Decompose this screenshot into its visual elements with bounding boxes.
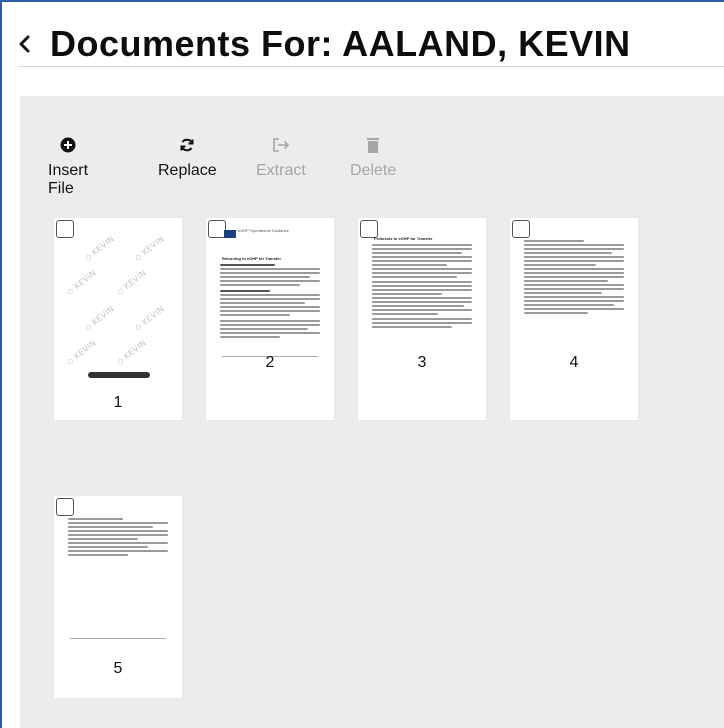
- page-number: 3: [417, 354, 427, 371]
- page-header: Documents For: AALAND, KEVIN: [18, 14, 724, 74]
- logo-mark: [224, 230, 236, 238]
- watermark-text: KEVIN: [133, 304, 166, 333]
- doc-section-title: Protocols to eOHP for Transfer: [374, 236, 433, 241]
- insert-file-label: Insert File: [48, 162, 89, 197]
- doc-header: eOHP Operational Guidance: [238, 228, 289, 233]
- watermark-text: KEVIN: [65, 338, 98, 367]
- page-checkbox[interactable]: [56, 498, 74, 516]
- page-thumbnail-2[interactable]: eOHP Operational Guidance Returning to e…: [206, 218, 334, 420]
- doc-section-title: Returning to eOHP for Transfer: [222, 256, 282, 261]
- replace-label: Replace: [158, 162, 217, 179]
- extract-button[interactable]: Extract: [256, 134, 306, 180]
- doc-text-block: [524, 240, 624, 316]
- page-checkbox[interactable]: [56, 220, 74, 238]
- delete-label: Delete: [350, 162, 397, 179]
- page-checkbox[interactable]: [512, 220, 530, 238]
- header-divider: [18, 66, 724, 67]
- refresh-icon: [179, 134, 195, 156]
- chevron-left-icon[interactable]: [18, 24, 50, 64]
- doc-text-block: [220, 264, 320, 340]
- insert-file-button[interactable]: Insert File: [48, 134, 88, 198]
- plus-circle-icon: [60, 134, 76, 156]
- extract-label: Extract: [256, 162, 306, 179]
- doc-text-block: [68, 518, 168, 558]
- watermark-text: KEVIN: [83, 304, 116, 333]
- page-thumbnail-4[interactable]: 4: [510, 218, 638, 420]
- watermark-text: KEVIN: [133, 234, 166, 263]
- page-thumbnail-5[interactable]: 5: [54, 496, 182, 698]
- page-thumbnail-3[interactable]: Protocols to eOHP for Transfer 3: [358, 218, 486, 420]
- page-number: 4: [569, 354, 579, 371]
- page-number: 1: [113, 394, 123, 411]
- doc-text-block: [372, 244, 472, 330]
- replace-button[interactable]: Replace: [158, 134, 217, 180]
- page-label-bar: [88, 372, 150, 378]
- watermark-text: KEVIN: [115, 268, 148, 297]
- documents-panel: Insert File Replace Extract Delete KEVIN…: [20, 96, 724, 728]
- page-number: 2: [265, 354, 275, 371]
- trash-icon: [367, 134, 380, 156]
- export-icon: [272, 134, 290, 156]
- watermark-text: KEVIN: [83, 234, 116, 263]
- footer-rule: [70, 638, 166, 639]
- delete-button[interactable]: Delete: [350, 134, 396, 180]
- page-title: Documents For: AALAND, KEVIN: [50, 23, 631, 64]
- watermark-text: KEVIN: [65, 268, 98, 297]
- page-number: 5: [113, 660, 123, 677]
- watermark-text: KEVIN: [115, 338, 148, 367]
- page-thumbnail-1[interactable]: KEVIN KEVIN KEVIN KEVIN KEVIN KEVIN KEVI…: [54, 218, 182, 420]
